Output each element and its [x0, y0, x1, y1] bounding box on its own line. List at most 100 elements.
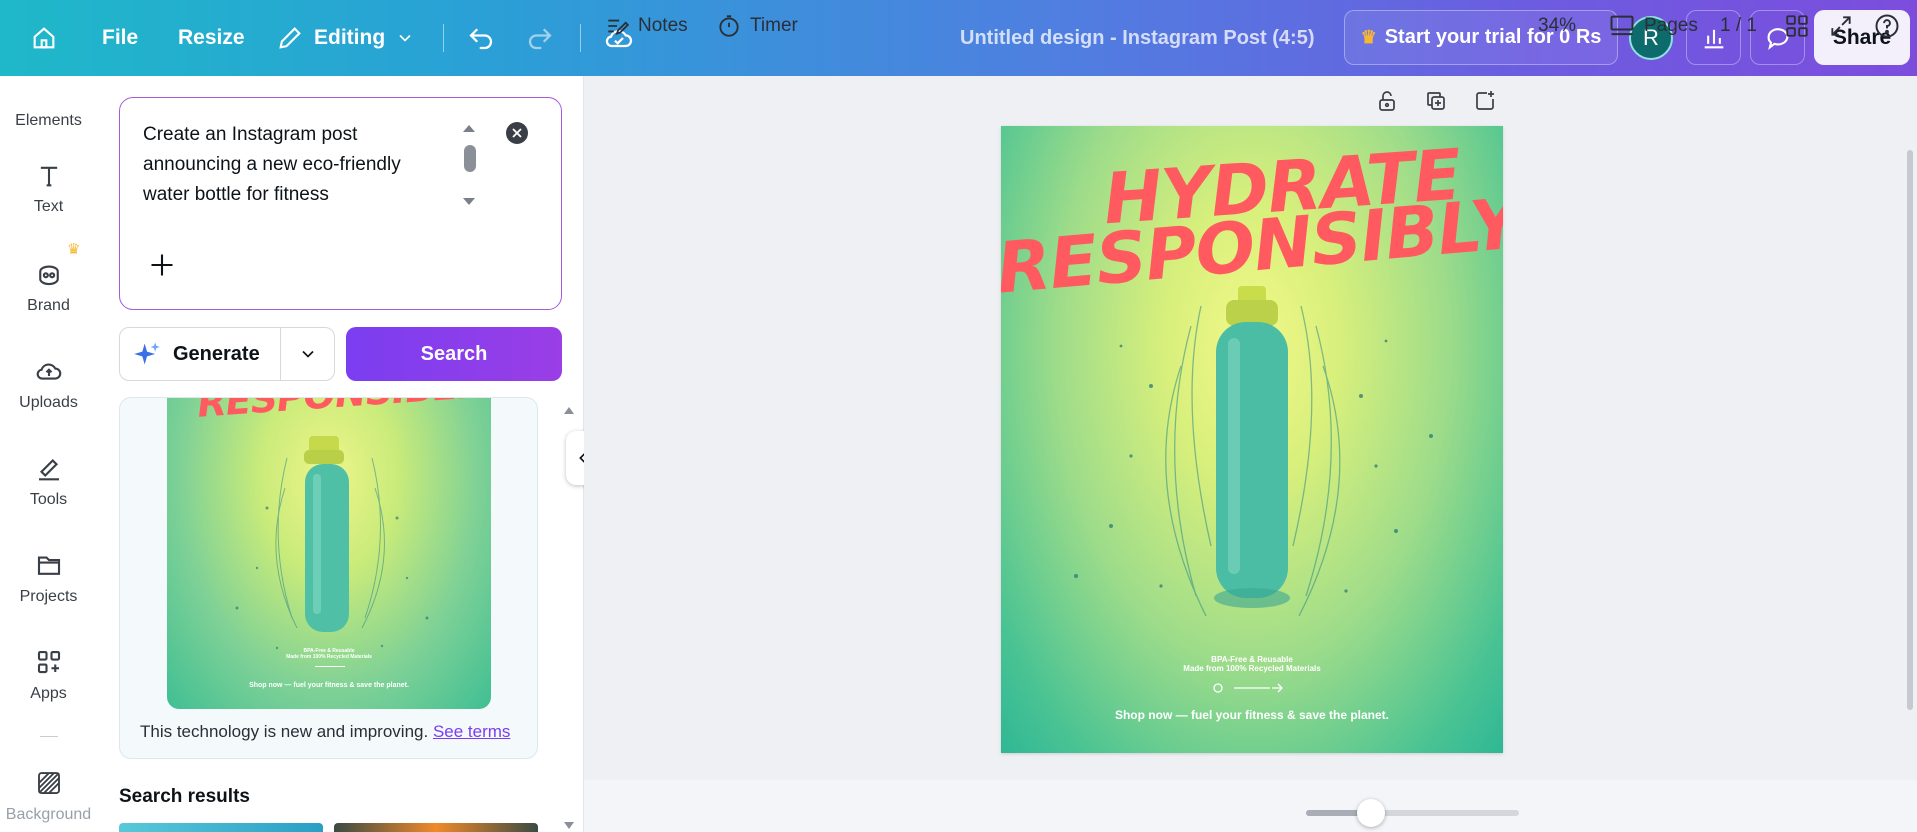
text-icon — [40, 166, 57, 187]
disclaimer-text: This technology is new and improving. — [140, 722, 429, 741]
crown-icon: ♛ — [1360, 27, 1377, 47]
page-counter: 1 / 1 — [1720, 15, 1757, 36]
generate-label: Generate — [173, 342, 260, 365]
home-icon — [33, 27, 55, 49]
poster-arrow-divider — [1212, 681, 1292, 695]
editing-mode-menu[interactable]: Editing — [276, 0, 415, 76]
design-page[interactable]: HYDRATE RESPONSIBLY BPA-Free & Reusable … — [1001, 126, 1503, 753]
home-button[interactable] — [30, 0, 58, 76]
help-icon — [1875, 14, 1899, 38]
editing-label: Editing — [314, 26, 386, 49]
pages-button[interactable]: Pages — [1608, 0, 1698, 52]
close-icon — [512, 128, 522, 138]
chevron-down-icon — [399, 34, 411, 42]
expand-icon — [1831, 16, 1851, 36]
poster-feature-line2[interactable]: Made from 100% Recycled Materials — [1001, 664, 1503, 673]
add-attachment-button[interactable] — [148, 251, 176, 279]
timer-icon — [719, 15, 739, 37]
water-bottle-image[interactable] — [1001, 286, 1503, 646]
zoom-slider[interactable] — [1306, 810, 1519, 816]
add-page-icon — [1476, 91, 1494, 110]
left-rail: Elements Text Brand ♛ Uploads Tools Proj… — [0, 76, 97, 832]
scroll-up-icon — [463, 125, 475, 132]
arrow-right-icon — [1213, 683, 1283, 693]
rail-item-label: Brand — [27, 297, 70, 314]
mini-poster-cta: Shop now — fuel your fitness & save the … — [249, 682, 409, 689]
rail-item-elements[interactable]: Elements — [0, 76, 97, 130]
scroll-down-icon — [564, 822, 574, 829]
generate-button-group: Generate — [119, 327, 335, 381]
generate-options-dropdown[interactable] — [281, 328, 335, 380]
prompt-scrollbar[interactable] — [460, 120, 478, 210]
rail-item-brand[interactable]: Brand — [0, 259, 97, 315]
rail-item-label: Text — [33, 198, 64, 215]
notes-icon — [608, 19, 630, 36]
toolbar-divider — [443, 24, 444, 52]
rail-item-label: Background — [5, 806, 92, 823]
toolbar-divider — [580, 24, 581, 52]
prompt-scroll-thumb[interactable] — [464, 145, 476, 172]
rail-item-label: Tools — [29, 491, 68, 508]
pages-icon — [1610, 15, 1634, 36]
help-button[interactable] — [1873, 0, 1901, 52]
redo-icon — [528, 28, 552, 50]
undo-button[interactable] — [466, 0, 496, 76]
crown-icon: ♛ — [67, 241, 81, 258]
brand-icon — [38, 265, 59, 286]
search-result-thumbnail[interactable] — [334, 823, 538, 832]
generated-design-thumbnail[interactable]: RESPONSIBLY BPA-Free & Reusable Made fro… — [167, 398, 491, 709]
rail-item-label: Apps — [30, 685, 67, 702]
see-terms-link[interactable]: See terms — [433, 722, 510, 741]
grid-view-button[interactable] — [1784, 0, 1810, 52]
mini-poster-arrow — [315, 666, 345, 667]
rail-item-label: Projects — [19, 588, 78, 605]
plus-icon — [151, 254, 173, 276]
lock-page-button[interactable] — [1372, 86, 1402, 116]
timer-button[interactable]: Timer — [716, 0, 798, 52]
duplicate-page-button[interactable] — [1421, 86, 1451, 116]
mini-poster-line2: Made from 100% Recycled Materials — [286, 654, 372, 660]
zoom-level[interactable]: 34% — [1538, 0, 1576, 52]
bottom-bar — [584, 780, 1917, 832]
redo-button[interactable] — [525, 0, 555, 76]
resize-button[interactable]: Resize — [178, 0, 245, 76]
rail-item-text[interactable]: Text — [0, 162, 97, 216]
unlock-icon — [1379, 91, 1395, 111]
prompt-input-box[interactable]: Create an Instagram post announcing a ne… — [119, 97, 562, 310]
rail-item-background[interactable]: Background — [0, 768, 97, 824]
zoom-slider-handle[interactable] — [1357, 799, 1385, 827]
disclaimer: This technology is new and improving. Se… — [140, 722, 510, 742]
cloud-upload-icon — [36, 363, 61, 380]
notes-button[interactable]: Notes — [604, 0, 688, 52]
notes-label: Notes — [638, 15, 688, 36]
rail-item-tools[interactable]: Tools — [0, 453, 97, 509]
folder-icon — [37, 556, 60, 575]
grid-view-icon — [1786, 15, 1808, 37]
rail-item-projects[interactable]: Projects — [0, 550, 97, 606]
prompt-input[interactable]: Create an Instagram post announcing a ne… — [143, 120, 443, 210]
poster-feature-line1[interactable]: BPA-Free & Reusable — [1001, 655, 1503, 664]
fullscreen-button[interactable] — [1828, 0, 1854, 52]
water-bottle-image — [235, 436, 429, 650]
scroll-up-icon — [564, 407, 574, 414]
poster-cta[interactable]: Shop now — fuel your fitness & save the … — [1001, 708, 1503, 722]
canvas-scrollbar[interactable] — [1907, 150, 1913, 710]
document-title[interactable]: Untitled design - Instagram Post (4:5) — [960, 0, 1314, 76]
pencil-icon — [279, 27, 301, 49]
clear-prompt-button[interactable] — [506, 122, 528, 144]
chevron-down-icon — [302, 350, 314, 358]
generated-result-card[interactable]: RESPONSIBLY BPA-Free & Reusable Made fro… — [119, 397, 538, 759]
file-menu[interactable]: File — [102, 0, 138, 76]
timer-label: Timer — [750, 15, 798, 36]
undo-icon — [469, 28, 493, 50]
rail-item-apps[interactable]: Apps — [0, 647, 97, 703]
draw-icon — [38, 458, 59, 481]
rail-divider — [40, 736, 58, 737]
generate-button[interactable]: Generate — [120, 328, 280, 380]
search-button[interactable]: Search — [346, 327, 562, 381]
pages-label: Pages — [1644, 15, 1698, 36]
search-result-thumbnail[interactable] — [119, 823, 323, 832]
add-page-button[interactable] — [1470, 86, 1500, 116]
start-trial-button[interactable]: ♛ Start your trial for 0 Rs — [1344, 10, 1618, 65]
rail-item-uploads[interactable]: Uploads — [0, 356, 97, 412]
